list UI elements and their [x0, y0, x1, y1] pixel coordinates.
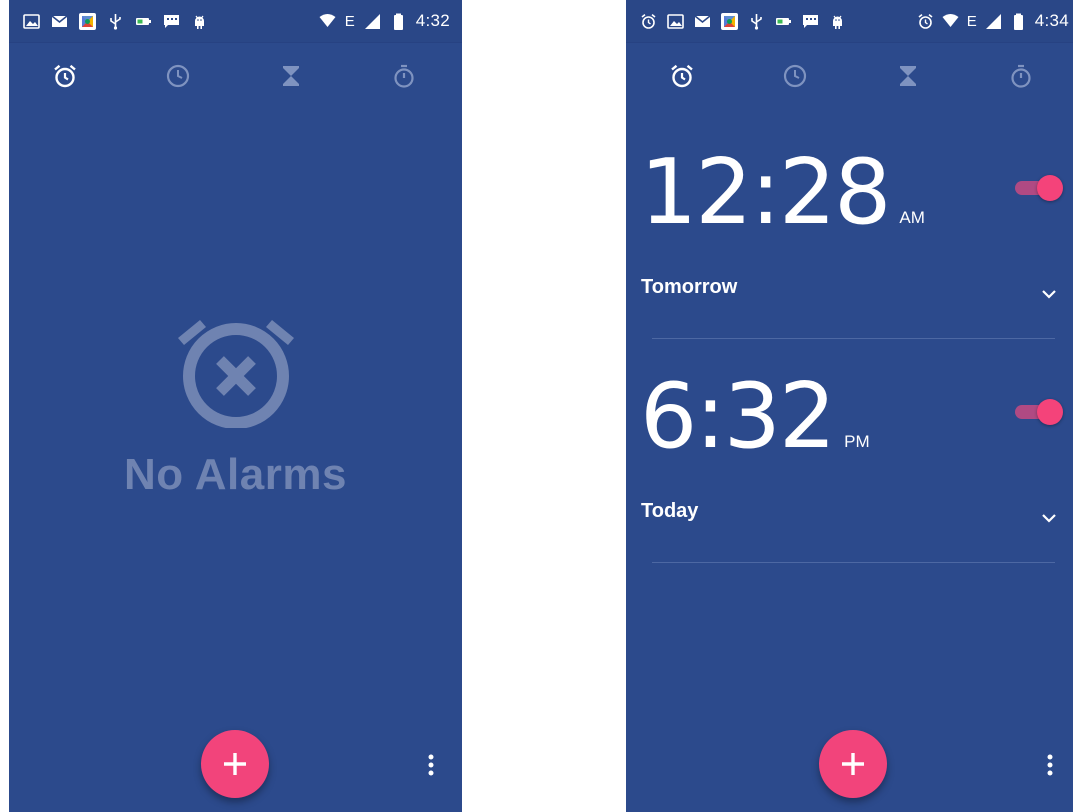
toggle-thumb — [1037, 399, 1063, 425]
tab-alarm[interactable] — [51, 62, 79, 90]
signal-icon — [985, 13, 1002, 30]
network-type: E — [344, 12, 355, 30]
network-type: E — [966, 12, 977, 30]
notification-icons — [640, 0, 846, 42]
android-debug-icon — [191, 13, 208, 30]
usb-icon — [107, 13, 124, 30]
alarm-divider — [652, 338, 1055, 339]
toggle-thumb — [1037, 175, 1063, 201]
more-options-button[interactable] — [425, 750, 437, 780]
alarm-time[interactable]: 6:32 PM — [640, 364, 870, 469]
tab-stopwatch[interactable] — [1007, 62, 1035, 90]
notification-icons — [23, 0, 208, 42]
tab-bar — [9, 42, 462, 110]
alarm-toggle[interactable] — [1015, 398, 1063, 426]
tab-timer[interactable] — [277, 62, 305, 90]
tab-clock[interactable] — [164, 62, 192, 90]
more-options-button[interactable] — [1044, 750, 1056, 780]
alarm-ampm: AM — [899, 208, 925, 227]
signal-icon — [364, 13, 381, 30]
status-bar: E 4:34 — [626, 0, 1073, 42]
chevron-down-icon — [1042, 514, 1056, 523]
message-icon — [802, 13, 819, 30]
photos-app-icon — [721, 12, 738, 30]
alarm-icon — [640, 13, 657, 30]
status-time: 4:32 — [415, 11, 450, 30]
expand-alarm-button[interactable] — [1039, 284, 1059, 304]
mail-icon — [51, 13, 68, 30]
stopwatch-icon — [394, 64, 414, 88]
expand-alarm-button[interactable] — [1039, 508, 1059, 528]
battery-icon — [1010, 13, 1027, 30]
alarm-time[interactable]: 12:28 AM — [640, 140, 925, 245]
tab-bar — [626, 42, 1073, 110]
alarm-off-icon — [177, 320, 294, 428]
image-icon — [23, 13, 40, 30]
alarm-divider — [652, 562, 1055, 563]
clock-icon — [166, 64, 190, 88]
system-icons: E 4:32 — [319, 0, 450, 42]
alarm-day-label: Tomorrow — [641, 276, 738, 298]
clock-icon — [783, 64, 807, 88]
alarm-icon — [671, 64, 693, 88]
alarm-time-value: 6:32 — [640, 364, 836, 469]
wifi-icon — [319, 13, 336, 30]
alarm-screen-list: E 4:34 12:28 AM Tomorrow 6:32 PM Today — [626, 0, 1073, 812]
plus-icon — [224, 753, 246, 775]
stopwatch-icon — [1011, 64, 1031, 88]
image-icon — [667, 13, 684, 30]
timer-icon — [283, 66, 299, 86]
tab-stopwatch[interactable] — [390, 62, 418, 90]
battery-saver-icon — [135, 13, 152, 30]
timer-icon — [900, 66, 916, 86]
android-debug-icon — [829, 13, 846, 30]
more-vert-icon — [428, 754, 434, 776]
status-bar: E 4:32 — [9, 0, 462, 42]
usb-icon — [748, 13, 765, 30]
tab-alarm[interactable] — [668, 62, 696, 90]
tab-timer[interactable] — [894, 62, 922, 90]
status-time: 4:34 — [1034, 11, 1069, 30]
message-icon — [163, 13, 180, 30]
alarm-toggle[interactable] — [1015, 174, 1063, 202]
alarm-icon — [54, 64, 76, 88]
alarm-item[interactable]: 12:28 AM Tomorrow — [626, 140, 1073, 360]
empty-state: No Alarms — [9, 308, 462, 500]
alarm-item[interactable]: 6:32 PM Today — [626, 364, 1073, 584]
empty-state-text: No Alarms — [124, 450, 347, 499]
tab-clock[interactable] — [781, 62, 809, 90]
add-alarm-button[interactable] — [201, 730, 269, 798]
battery-saver-icon — [775, 13, 792, 30]
alarm-icon — [917, 13, 934, 30]
battery-icon — [390, 13, 407, 30]
wifi-icon — [942, 13, 959, 30]
mail-icon — [694, 13, 711, 30]
alarm-screen-empty: E 4:32 No Alarms — [9, 0, 462, 812]
more-vert-icon — [1047, 754, 1053, 776]
alarm-ampm: PM — [844, 432, 870, 451]
chevron-down-icon — [1042, 290, 1056, 299]
add-alarm-button[interactable] — [819, 730, 887, 798]
photos-app-icon — [79, 12, 96, 30]
plus-icon — [842, 753, 864, 775]
alarm-day-label: Today — [641, 500, 699, 522]
alarm-time-value: 12:28 — [640, 140, 891, 245]
system-icons: E 4:34 — [917, 0, 1069, 42]
